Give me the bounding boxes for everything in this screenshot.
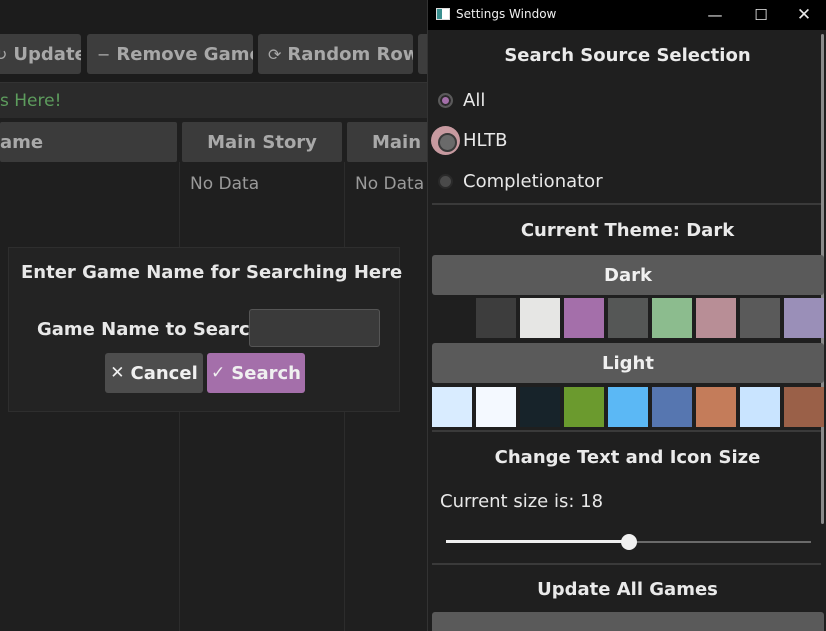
color-swatch <box>652 387 692 427</box>
color-swatch <box>652 298 692 338</box>
radio-source-completionator[interactable]: Completionator <box>438 167 603 195</box>
section-divider <box>432 430 821 432</box>
search-game-dialog: Enter Game Name for Searching Here Game … <box>8 247 403 412</box>
column-header-main-story[interactable]: Main Story <box>182 122 342 162</box>
update-button[interactable]: ↻ Update <box>0 34 81 74</box>
table-cell-main-extras: No Data <box>355 174 425 194</box>
size-slider[interactable] <box>446 533 811 551</box>
main-app-window: ↻ Update − Remove Game ⟳ Random Row s He… <box>0 0 430 631</box>
color-swatch <box>432 387 472 427</box>
update-all-games-button[interactable] <box>432 612 824 631</box>
game-name-label: Game Name to Search <box>37 319 263 340</box>
search-placeholder: s Here! <box>0 91 62 111</box>
color-swatch <box>476 387 516 427</box>
color-swatch <box>740 298 780 338</box>
minus-icon: − <box>97 44 111 64</box>
shuffle-icon: ⟳ <box>268 44 282 64</box>
settings-window: Settings Window — ☐ ✕ Search Source Sele… <box>427 0 826 631</box>
color-swatch <box>784 298 824 338</box>
radio-label: Completionator <box>463 170 603 192</box>
color-swatch <box>564 298 604 338</box>
close-window-icon[interactable]: ✕ <box>781 0 826 30</box>
window-titlebar[interactable]: Settings Window — ☐ ✕ <box>428 0 826 30</box>
dark-theme-swatches <box>432 298 826 338</box>
color-swatch <box>520 298 560 338</box>
section-divider <box>432 203 821 205</box>
check-icon: ✓ <box>211 363 226 383</box>
slider-fill <box>446 540 629 543</box>
close-icon: ✕ <box>110 363 125 383</box>
color-swatch <box>740 387 780 427</box>
current-theme-title: Current Theme: Dark <box>520 220 735 241</box>
cancel-button-label: Cancel <box>130 362 198 384</box>
maximize-icon[interactable]: ☐ <box>738 0 784 30</box>
search-button-label: Search <box>231 362 301 384</box>
slider-thumb[interactable] <box>620 534 637 550</box>
radio-source-hltb[interactable]: HLTB <box>431 125 508 155</box>
color-swatch <box>432 298 472 338</box>
color-swatch <box>608 387 648 427</box>
cancel-button[interactable]: ✕ Cancel <box>105 353 203 393</box>
radio-hover-icon <box>431 125 460 155</box>
update-button-label: Update <box>13 43 81 65</box>
section-divider <box>432 563 821 565</box>
dark-theme-button[interactable]: Dark <box>432 255 824 295</box>
update-all-games-title: Update All Games <box>537 579 718 600</box>
color-swatch <box>608 298 648 338</box>
radio-label: HLTB <box>463 129 508 151</box>
light-theme-swatches <box>432 387 826 427</box>
toolbar: ↻ Update − Remove Game ⟳ Random Row <box>0 0 430 82</box>
search-button[interactable]: ✓ Search <box>207 353 305 393</box>
radio-unselected-icon <box>438 173 453 189</box>
game-name-input[interactable] <box>249 309 380 347</box>
table-cell-main-story: No Data <box>190 174 260 194</box>
color-swatch <box>476 298 516 338</box>
remove-game-button[interactable]: − Remove Game <box>87 34 253 74</box>
column-header-main-extras[interactable]: Main - <box>347 122 430 162</box>
color-swatch <box>784 387 824 427</box>
random-row-button[interactable]: ⟳ Random Row <box>258 34 413 74</box>
random-row-label: Random Row <box>287 43 413 65</box>
current-size-text: Current size is: 18 <box>440 491 604 512</box>
light-theme-button[interactable]: Light <box>432 343 824 383</box>
search-source-title: Search Source Selection <box>504 45 751 66</box>
window-title: Settings Window <box>456 7 557 21</box>
color-swatch <box>696 387 736 427</box>
column-header-game-name[interactable]: ame <box>0 122 177 162</box>
minimize-icon[interactable]: — <box>692 0 738 30</box>
text-size-title: Change Text and Icon Size <box>494 447 761 468</box>
refresh-icon: ↻ <box>0 44 8 64</box>
game-search-input[interactable]: s Here! <box>0 82 430 118</box>
radio-label: All <box>463 89 486 111</box>
radio-source-all[interactable]: All <box>438 86 485 114</box>
color-swatch <box>564 387 604 427</box>
app-icon <box>436 8 450 20</box>
dialog-title: Enter Game Name for Searching Here <box>21 262 403 283</box>
color-swatch <box>696 298 736 338</box>
color-swatch <box>520 387 560 427</box>
remove-game-label: Remove Game <box>116 43 253 65</box>
radio-selected-icon <box>438 92 453 108</box>
